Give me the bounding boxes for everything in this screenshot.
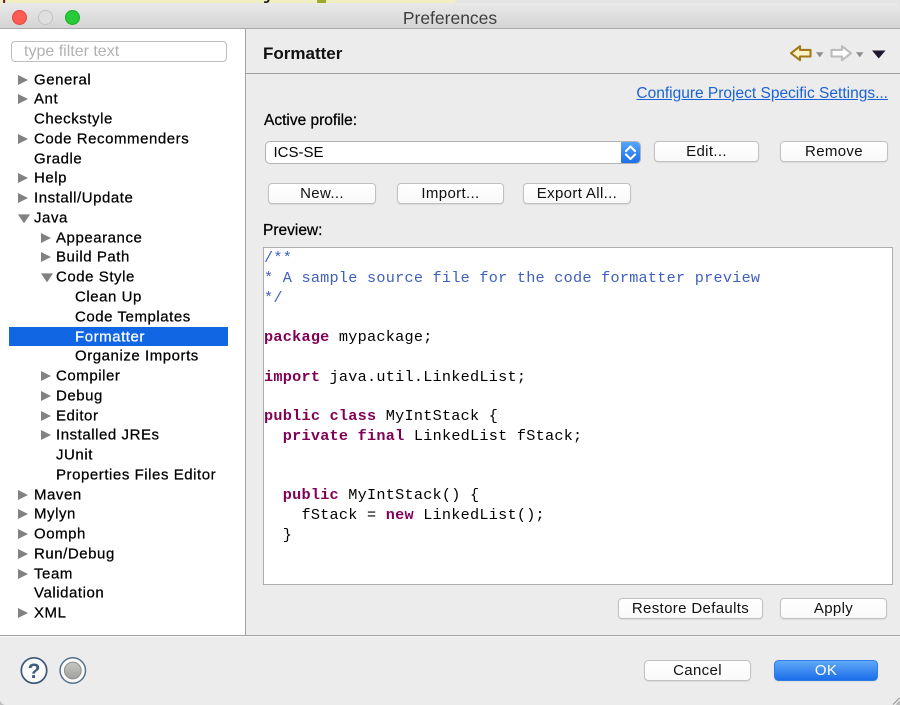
- svg-text:?: ?: [28, 660, 41, 683]
